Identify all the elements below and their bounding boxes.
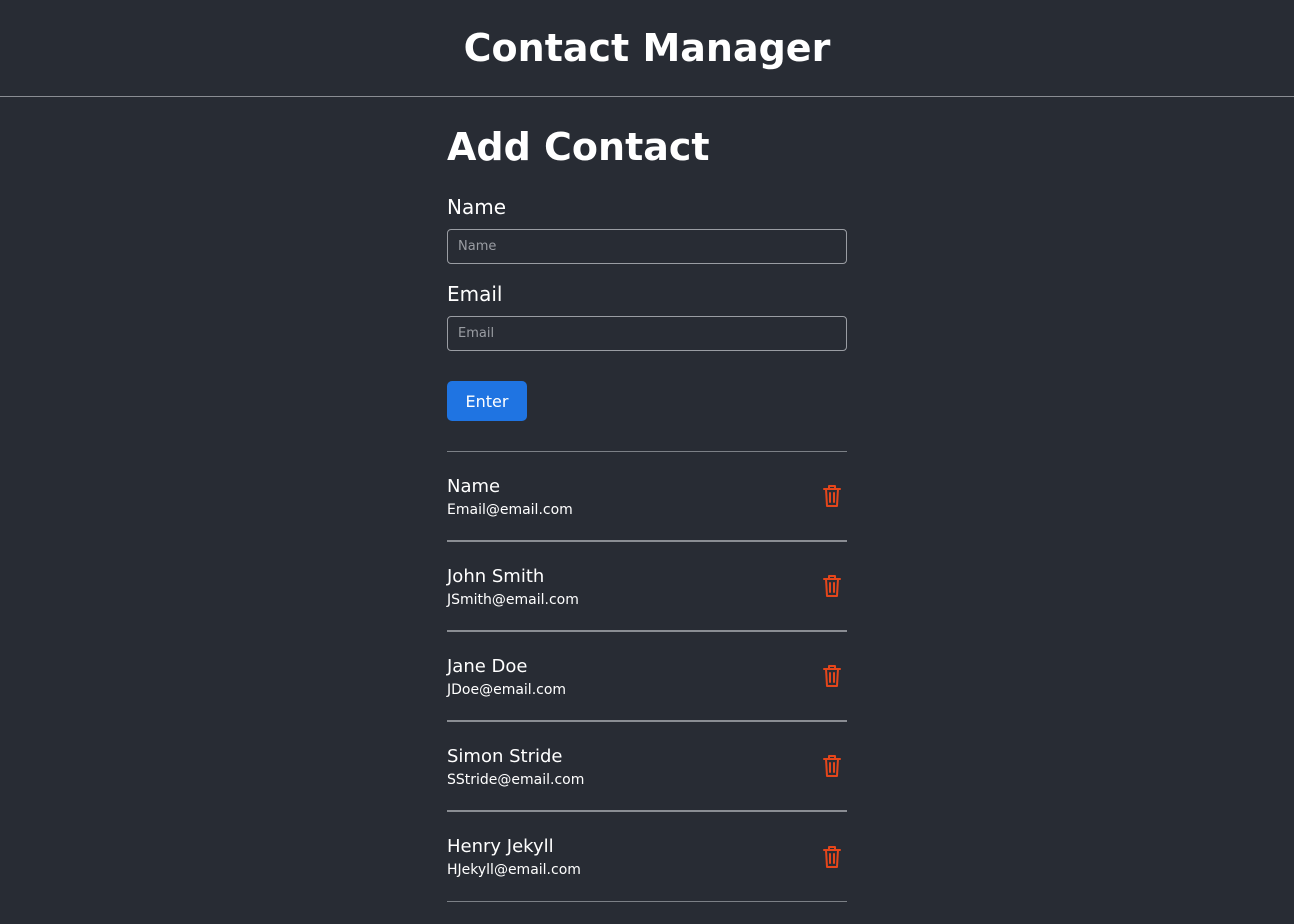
trash-icon bbox=[823, 575, 841, 597]
delete-contact-button[interactable] bbox=[817, 481, 847, 511]
name-label: Name bbox=[447, 195, 507, 219]
app-title: Contact Manager bbox=[463, 26, 831, 70]
contact-name: Henry Jekyll bbox=[447, 836, 554, 857]
trash-icon bbox=[823, 755, 841, 777]
delete-contact-button[interactable] bbox=[817, 571, 847, 601]
contact-email: JSmith@email.com bbox=[447, 591, 579, 608]
contact-name: Simon Stride bbox=[447, 745, 563, 767]
email-label: Email bbox=[447, 282, 503, 306]
contact-row: Jane Doe JDoe@email.com bbox=[447, 632, 847, 722]
contact-email: JDoe@email.com bbox=[447, 681, 567, 698]
contact-row: Henry Jekyll HJekyll@email.com bbox=[447, 812, 847, 902]
trash-icon bbox=[823, 665, 841, 687]
app-header: Contact Manager bbox=[0, 0, 1294, 97]
contact-name: John Smith bbox=[447, 565, 545, 587]
contact-info: Simon Stride SStride@email.com bbox=[447, 744, 584, 789]
contact-info: John Smith JSmith@email.com bbox=[447, 564, 579, 609]
delete-contact-button[interactable] bbox=[817, 842, 847, 872]
name-input[interactable] bbox=[447, 229, 847, 264]
contact-name: Name bbox=[447, 475, 501, 497]
trash-icon bbox=[823, 485, 841, 507]
contact-row: Name Email@email.com bbox=[447, 452, 847, 542]
add-contact-title: Add Contact bbox=[447, 125, 710, 169]
contact-info: Name Email@email.com bbox=[447, 474, 573, 519]
email-input[interactable] bbox=[447, 316, 847, 351]
contact-row: Simon Stride SStride@email.com bbox=[447, 722, 847, 812]
contact-name: Jane Doe bbox=[447, 655, 528, 677]
delete-contact-button[interactable] bbox=[817, 661, 847, 691]
enter-button[interactable]: Enter bbox=[447, 381, 527, 421]
trash-icon bbox=[823, 845, 841, 868]
contact-email: HJekyll@email.com bbox=[447, 862, 581, 878]
main-content: Add Contact Name Email Enter Name Email@… bbox=[447, 97, 847, 902]
contact-row: John Smith JSmith@email.com bbox=[447, 542, 847, 632]
contact-info: Jane Doe JDoe@email.com bbox=[447, 654, 566, 699]
contact-email: Email@email.com bbox=[447, 501, 573, 518]
contact-info: Henry Jekyll HJekyll@email.com bbox=[447, 834, 581, 879]
contact-email: SStride@email.com bbox=[447, 771, 585, 788]
contact-list: Name Email@email.com John Smith JSmith@e… bbox=[447, 451, 847, 902]
delete-contact-button[interactable] bbox=[817, 751, 847, 781]
